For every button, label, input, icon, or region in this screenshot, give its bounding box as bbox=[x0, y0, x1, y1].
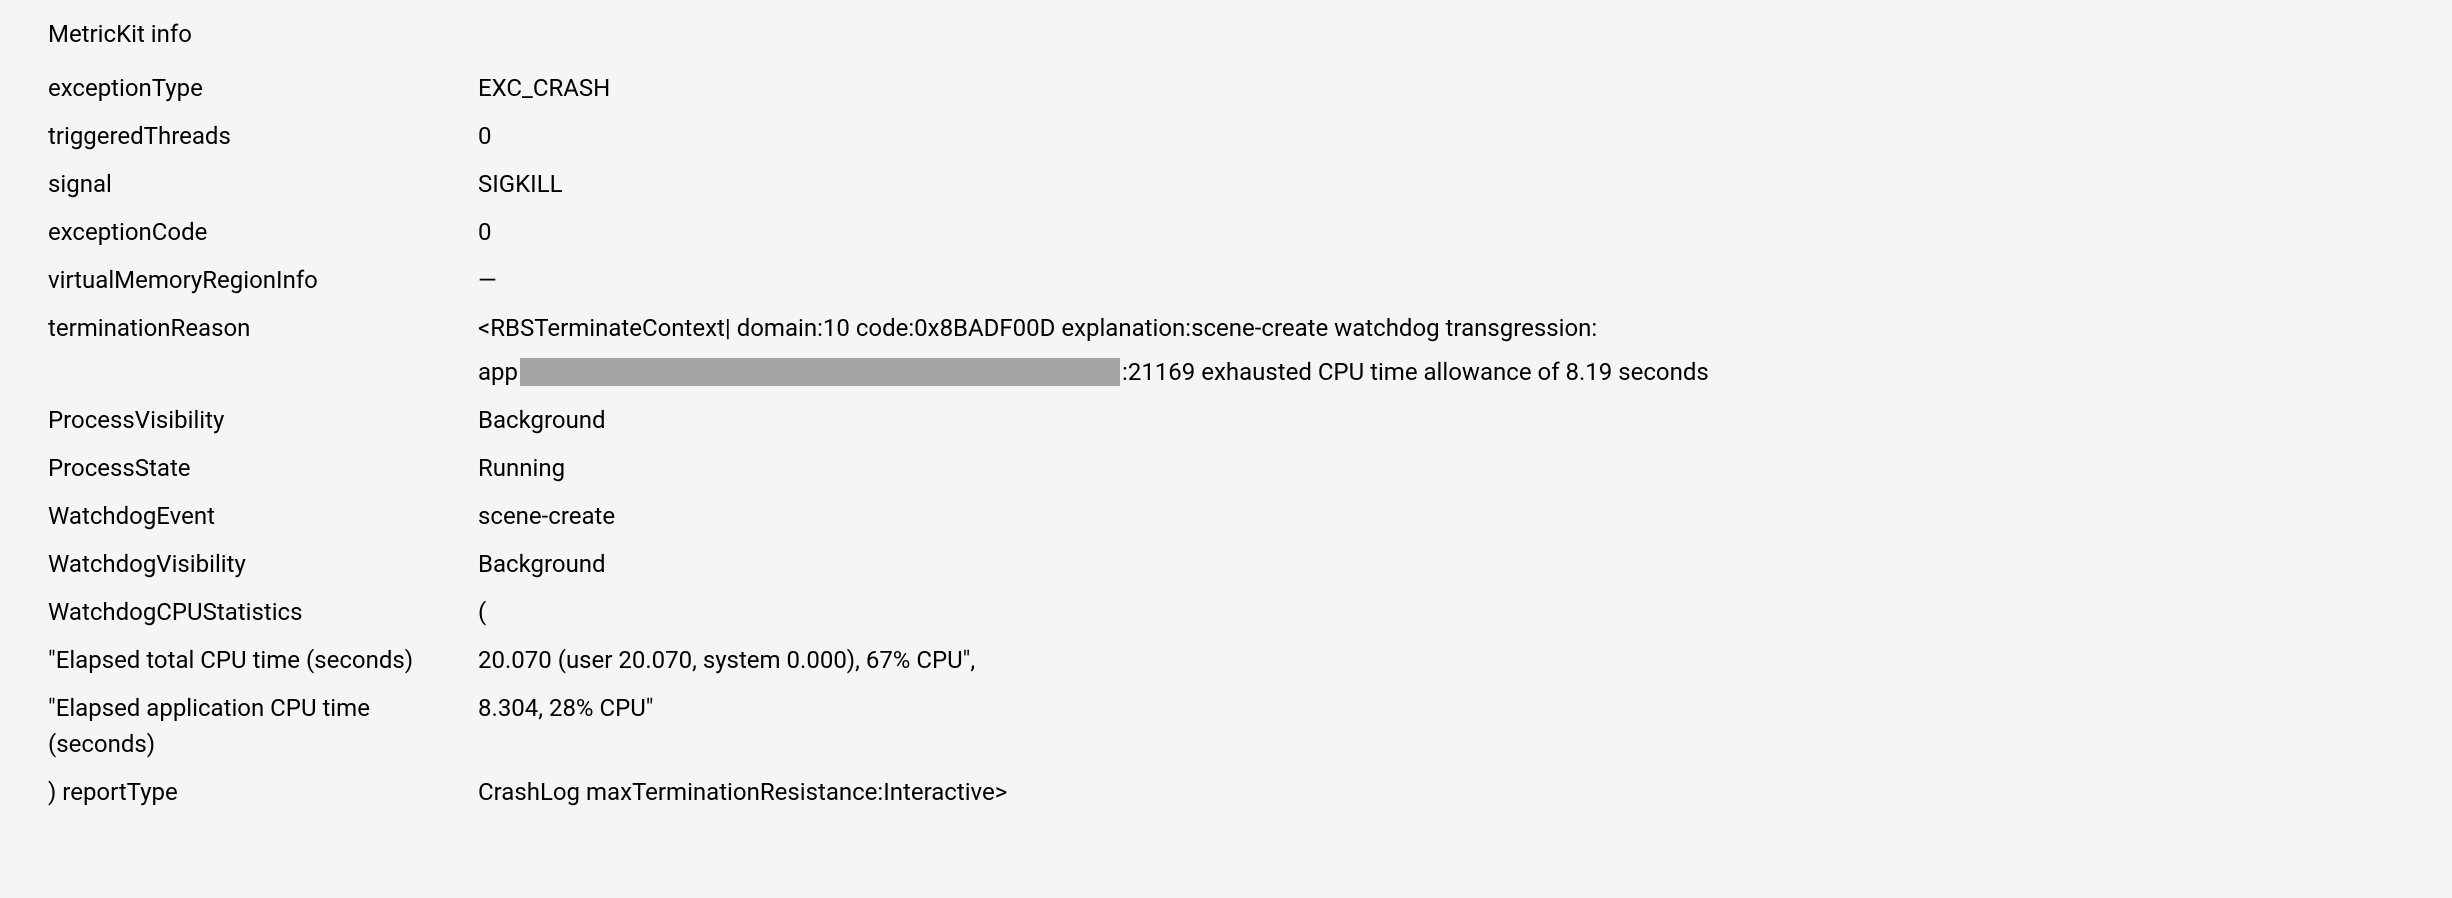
label-termination-reason: terminationReason bbox=[48, 310, 478, 346]
label-watchdog-event: WatchdogEvent bbox=[48, 498, 478, 534]
value-exception-type: EXC_CRASH bbox=[478, 70, 2404, 106]
label-report-type: ) reportType bbox=[48, 774, 478, 810]
label-watchdog-visibility: WatchdogVisibility bbox=[48, 546, 478, 582]
termination-prefix: app bbox=[478, 354, 518, 390]
termination-reason-line2: app :21169 exhausted CPU time allowance … bbox=[478, 354, 2404, 390]
value-watchdog-cpu-statistics: ( bbox=[478, 594, 2404, 630]
label-triggered-threads: triggeredThreads bbox=[48, 118, 478, 154]
value-process-visibility: Background bbox=[478, 402, 2404, 438]
termination-reason-line1: <RBSTerminateContext| domain:10 code:0x8… bbox=[478, 310, 2404, 346]
value-exception-code: 0 bbox=[478, 214, 2404, 250]
value-process-state: Running bbox=[478, 450, 2404, 486]
termination-suffix: :21169 exhausted CPU time allowance of 8… bbox=[1122, 354, 1709, 390]
redacted-app-identifier bbox=[520, 358, 1120, 386]
label-process-visibility: ProcessVisibility bbox=[48, 402, 478, 438]
value-elapsed-app-cpu: 8.304, 28% CPU" bbox=[478, 690, 2404, 726]
section-title: MetricKit info bbox=[48, 16, 478, 52]
label-exception-type: exceptionType bbox=[48, 70, 478, 106]
label-signal: signal bbox=[48, 166, 478, 202]
label-exception-code: exceptionCode bbox=[48, 214, 478, 250]
value-watchdog-visibility: Background bbox=[478, 546, 2404, 582]
value-triggered-threads: 0 bbox=[478, 118, 2404, 154]
label-elapsed-total-cpu: "Elapsed total CPU time (seconds) bbox=[48, 642, 478, 678]
value-signal: SIGKILL bbox=[478, 166, 2404, 202]
label-watchdog-cpu-statistics: WatchdogCPUStatistics bbox=[48, 594, 478, 630]
value-report-type: CrashLog maxTerminationResistance:Intera… bbox=[478, 774, 2404, 810]
value-elapsed-total-cpu: 20.070 (user 20.070, system 0.000), 67% … bbox=[478, 642, 2404, 678]
label-virtual-memory-region-info: virtualMemoryRegionInfo bbox=[48, 262, 478, 298]
value-virtual-memory-region-info: — bbox=[478, 262, 2404, 298]
value-watchdog-event: scene-create bbox=[478, 498, 2404, 534]
value-termination-reason: <RBSTerminateContext| domain:10 code:0x8… bbox=[478, 310, 2404, 390]
label-elapsed-app-cpu: "Elapsed application CPU time (seconds) bbox=[48, 690, 478, 762]
label-process-state: ProcessState bbox=[48, 450, 478, 486]
